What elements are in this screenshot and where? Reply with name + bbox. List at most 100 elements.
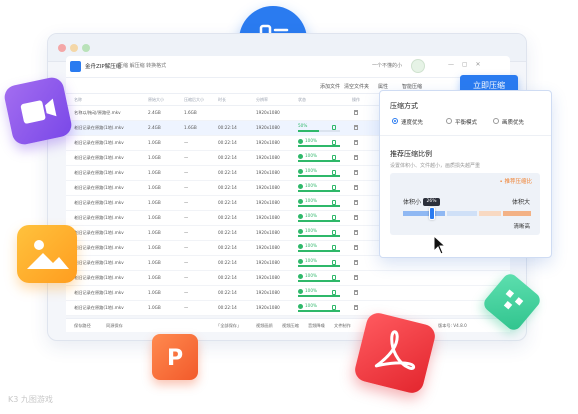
col-compressed[interactable]: 压缩后大小: [184, 97, 204, 103]
file-name: 老旧记录在原路(1地).mkv: [74, 200, 124, 205]
file-name: 老旧记录在原路(1地).mkv: [74, 290, 124, 295]
file-make-link[interactable]: 文件制作: [334, 323, 351, 329]
open-file-icon[interactable]: [332, 185, 336, 190]
table-row[interactable]: 老旧记录在原路(1地).mkv 1.0GB — 00:22:14 1920x1080 10…: [66, 271, 510, 286]
maximize-dot[interactable]: [82, 44, 90, 52]
delete-icon[interactable]: [354, 245, 358, 250]
slider-segment-light: [447, 211, 477, 216]
clear-folder-button[interactable]: 清空文件夹: [344, 83, 369, 90]
size-small-label: 体积小: [403, 199, 422, 206]
file-compressed-size: —: [184, 140, 189, 145]
smart-compress-button[interactable]: 智能压缩: [402, 83, 422, 90]
file-resolution: 1920x1080: [256, 110, 280, 115]
file-resolution: 1920x1080: [256, 230, 280, 235]
file-compressed-size: —: [184, 245, 189, 250]
file-duration: 00:22:14: [218, 200, 237, 205]
app-nav[interactable]: 压缩 解压缩 转换格式: [118, 62, 166, 69]
col-action[interactable]: 操作: [352, 97, 360, 103]
status-text: 50%: [298, 123, 308, 128]
delete-icon[interactable]: [354, 260, 358, 265]
close-dot[interactable]: [58, 44, 66, 52]
file-size: 1.0GB: [148, 305, 161, 310]
file-duration: 00:22:14: [218, 125, 237, 130]
col-status[interactable]: 状态: [298, 97, 306, 103]
delete-icon[interactable]: [354, 290, 358, 295]
col-duration[interactable]: 时长: [218, 97, 226, 103]
open-file-icon[interactable]: [332, 305, 336, 310]
file-duration: 00:22:14: [218, 155, 237, 160]
option-balanced[interactable]: 平衡模式: [455, 118, 477, 126]
file-size: 1.0GB: [148, 140, 161, 145]
table-row[interactable]: 老旧记录在原路(1地).mkv 1.0GB — 00:22:14 1920x1080 10…: [66, 286, 510, 301]
avatar[interactable]: [411, 59, 425, 73]
same-source-save[interactable]: 同源保存: [106, 323, 123, 329]
file-size: 1.0GB: [148, 155, 161, 160]
panel-divider: [380, 135, 551, 136]
slider-handle[interactable]: [429, 207, 435, 220]
open-file-icon[interactable]: [332, 125, 336, 130]
properties-button[interactable]: 属性: [378, 83, 388, 90]
slider-segment-orange: [503, 211, 531, 216]
open-file-icon[interactable]: [332, 200, 336, 205]
delete-icon[interactable]: [354, 170, 358, 175]
radio-quality[interactable]: [493, 118, 499, 124]
file-duration: 00:22:14: [218, 305, 237, 310]
table-row[interactable]: 老旧记录在原路(1地).mkv 1.0GB — 00:22:14 1920x1080 10…: [66, 301, 510, 316]
col-size[interactable]: 原始大小: [148, 97, 164, 103]
open-file-icon[interactable]: [332, 155, 336, 160]
delete-icon[interactable]: [354, 305, 358, 310]
open-file-icon[interactable]: [332, 230, 336, 235]
delete-icon[interactable]: [354, 110, 358, 115]
compression-panel: 压缩方式 速度优先 平衡模式 画质优先 推荐压缩比例 设置体积小、文件越小，画质…: [379, 90, 552, 258]
delete-icon[interactable]: [354, 215, 358, 220]
audio-denoise-link[interactable]: 音频降噪: [308, 323, 325, 329]
done-check-icon: [298, 199, 303, 204]
all-save-link[interactable]: 「全部保存」: [216, 323, 241, 329]
done-check-icon: [298, 274, 303, 279]
progress-bar: [298, 235, 340, 237]
delete-icon[interactable]: [354, 185, 358, 190]
slider-tooltip: 26%: [423, 198, 440, 206]
add-file-button[interactable]: 添加文件: [320, 83, 340, 90]
open-file-icon[interactable]: [332, 170, 336, 175]
ratio-slider[interactable]: [403, 211, 531, 216]
delete-icon[interactable]: [354, 275, 358, 280]
open-file-icon[interactable]: [332, 245, 336, 250]
file-size: 1.0GB: [148, 245, 161, 250]
col-name[interactable]: 名称: [74, 97, 82, 103]
option-speed[interactable]: 速度优先: [401, 118, 423, 126]
file-compressed-size: —: [184, 155, 189, 160]
window-controls[interactable]: — ▢ ✕: [448, 61, 484, 68]
open-file-icon[interactable]: [332, 290, 336, 295]
slider-segment-blue: [403, 211, 445, 216]
file-compressed-size: —: [184, 200, 189, 205]
done-check-icon: [298, 169, 303, 174]
radio-balanced[interactable]: [446, 118, 452, 124]
status-text: 100%: [305, 273, 317, 278]
video-compress-link[interactable]: 视频压缩: [282, 323, 299, 329]
radio-speed[interactable]: [392, 118, 398, 124]
save-path[interactable]: 保存路径: [74, 323, 91, 329]
open-file-icon[interactable]: [332, 140, 336, 145]
col-resolution[interactable]: 分辨率: [256, 97, 268, 103]
open-file-icon[interactable]: [332, 260, 336, 265]
open-file-icon[interactable]: [332, 275, 336, 280]
delete-icon[interactable]: [354, 155, 358, 160]
minimize-dot[interactable]: [70, 44, 78, 52]
file-compressed-size: —: [184, 215, 189, 220]
file-name: 名称以/拖动/原路径.mkv: [74, 110, 121, 115]
video-quality-link[interactable]: 视频画质: [256, 323, 273, 329]
delete-icon[interactable]: [354, 125, 358, 130]
file-duration: 00:22:14: [218, 140, 237, 145]
delete-icon[interactable]: [354, 230, 358, 235]
delete-icon[interactable]: [354, 200, 358, 205]
app-title: 金舟ZIP解压缩: [85, 64, 122, 70]
option-quality[interactable]: 画质优先: [502, 118, 524, 126]
table-row[interactable]: 老旧记录在原路(1地).mkv 1.0GB — 00:22:14 1920x1080 10…: [66, 256, 510, 271]
open-file-icon[interactable]: [332, 215, 336, 220]
user-name: 一个不懂的小: [372, 63, 403, 69]
slider-segment-light-orange: [479, 211, 501, 216]
file-compressed-size: —: [184, 290, 189, 295]
delete-icon[interactable]: [354, 140, 358, 145]
progress-bar: [298, 295, 340, 297]
